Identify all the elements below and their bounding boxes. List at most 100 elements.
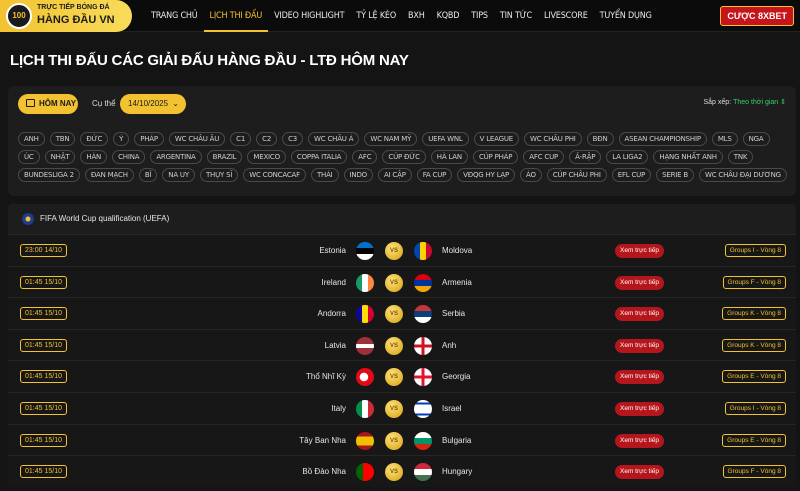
match-row[interactable]: 01:45 15/10 Italy VS Israel Xem trực tiếp Gro… bbox=[8, 391, 796, 424]
league-chip[interactable]: BỈ bbox=[138, 168, 158, 182]
away-team[interactable]: Anh bbox=[442, 341, 456, 350]
league-chip[interactable]: WC NAM MỸ bbox=[364, 132, 418, 146]
match-row[interactable]: 01:45 15/10 Andorra VS Serbia Xem trực tiếp G… bbox=[8, 297, 796, 329]
menu-item[interactable]: VIDEO HIGHLIGHT bbox=[268, 0, 350, 32]
date-picker[interactable]: 14/10/2025 ⌄ bbox=[120, 94, 186, 114]
league-chip[interactable]: BĐN bbox=[586, 132, 614, 146]
league-chip[interactable]: ÁO bbox=[520, 168, 542, 182]
league-chip[interactable]: NHẬT bbox=[44, 150, 76, 164]
league-chip[interactable]: CÚP CHÂU PHI bbox=[546, 168, 607, 182]
league-chip[interactable]: ARGENTINA bbox=[150, 150, 202, 164]
league-chip[interactable]: Ý bbox=[113, 132, 130, 146]
watch-live-button[interactable]: Xem trực tiếp bbox=[615, 244, 665, 258]
league-chip[interactable]: V LEAGUE bbox=[473, 132, 519, 146]
match-row[interactable]: 01:45 15/10 Latvia VS Anh Xem trực tiếp Group… bbox=[8, 328, 796, 361]
league-chip[interactable]: WC CHÂU Á bbox=[308, 132, 360, 146]
menu-item[interactable]: BXH bbox=[402, 0, 431, 32]
home-team[interactable]: Estonia bbox=[319, 246, 346, 255]
league-chip[interactable]: SERIE B bbox=[656, 168, 694, 182]
league-chip[interactable]: HÀN bbox=[80, 150, 108, 164]
league-chip[interactable]: THỤY SĨ bbox=[199, 168, 239, 182]
today-button[interactable]: HÔM NAY bbox=[18, 94, 78, 114]
watch-live-button[interactable]: Xem trực tiếp bbox=[615, 433, 665, 448]
away-team[interactable]: Israel bbox=[442, 404, 462, 413]
league-chip[interactable]: ĐAN MẠCH bbox=[84, 168, 134, 182]
league-chip[interactable]: CÚP ĐỨC bbox=[382, 150, 426, 164]
menu-item[interactable]: TỶ LỆ KÈO bbox=[350, 0, 402, 32]
league-chip[interactable]: NA UY bbox=[162, 168, 195, 182]
watch-live-button[interactable]: Xem trực tiếp bbox=[615, 401, 665, 416]
league-chip[interactable]: BUNDESLIGA 2 bbox=[18, 168, 80, 182]
league-chip[interactable]: AFC CUP bbox=[523, 150, 565, 164]
league-chip[interactable]: AFC bbox=[352, 150, 378, 164]
league-chip[interactable]: C2 bbox=[256, 132, 278, 146]
league-chip[interactable]: WC CHÂU ÂU bbox=[168, 132, 226, 146]
league-chip[interactable]: ASEAN CHAMPIONSHIP bbox=[618, 132, 707, 146]
league-chip[interactable]: INDO bbox=[343, 168, 373, 182]
league-chip[interactable]: WC CONCACAF bbox=[243, 168, 306, 182]
menu-item[interactable]: TRANG CHỦ bbox=[145, 0, 204, 32]
league-chip[interactable]: PHÁP bbox=[134, 132, 164, 146]
home-team[interactable]: Italy bbox=[331, 404, 346, 413]
home-team[interactable]: Thổ Nhĩ Kỳ bbox=[306, 372, 346, 381]
league-chip[interactable]: AI CẬP bbox=[377, 168, 412, 182]
bet-cta-button[interactable]: CƯỢC 8XBET bbox=[720, 6, 794, 26]
watch-live-button[interactable]: Xem trực tiếp bbox=[615, 465, 665, 480]
league-chip[interactable]: TBN bbox=[49, 132, 76, 146]
match-row[interactable]: 23:00 14/10 Estonia VS Moldova Xem trực tiếp… bbox=[8, 234, 796, 266]
away-team[interactable]: Moldova bbox=[442, 246, 472, 255]
watch-live-button[interactable]: Xem trực tiếp bbox=[615, 370, 665, 385]
league-chip[interactable]: WC CHÂU PHI bbox=[523, 132, 582, 146]
league-chip[interactable]: ANH bbox=[18, 132, 45, 146]
watch-live-button[interactable]: Xem trực tiếp bbox=[615, 275, 665, 290]
menu-item[interactable]: LIVESCORE bbox=[538, 0, 594, 32]
away-team[interactable]: Bulgaria bbox=[442, 436, 471, 445]
league-chip[interactable]: CÚP PHÁP bbox=[472, 150, 519, 164]
menu-item[interactable]: LỊCH THI ĐẤU bbox=[203, 0, 269, 32]
home-team[interactable]: Ireland bbox=[322, 278, 346, 287]
league-chip[interactable]: COPPA ITALIA bbox=[290, 150, 348, 164]
league-chip[interactable]: CHINA bbox=[112, 150, 146, 164]
league-chip[interactable]: MEXICO bbox=[247, 150, 286, 164]
away-team[interactable]: Armenia bbox=[442, 278, 472, 287]
home-team[interactable]: Andorra bbox=[318, 309, 346, 318]
league-chip[interactable]: C3 bbox=[282, 132, 304, 146]
watch-live-button[interactable]: Xem trực tiếp bbox=[615, 338, 665, 353]
league-chip[interactable]: UEFA WNL bbox=[422, 132, 469, 146]
league-chip[interactable]: ÚC bbox=[18, 150, 40, 164]
match-row[interactable]: 01:45 15/10 Bồ Đào Nha VS Hungary Xem trực t… bbox=[8, 455, 796, 487]
league-chip[interactable]: MLS bbox=[711, 132, 738, 146]
league-chip[interactable]: HẠNG NHẤT ANH bbox=[653, 150, 723, 164]
sort-label: Sắp xếp: bbox=[703, 99, 732, 106]
league-chip[interactable]: BRAZIL bbox=[206, 150, 243, 164]
away-team[interactable]: Serbia bbox=[442, 309, 465, 318]
league-chip[interactable]: THÁI bbox=[310, 168, 339, 182]
menu-item[interactable]: KQBD bbox=[431, 0, 466, 32]
league-chip[interactable]: EFL CUP bbox=[611, 168, 652, 182]
watch-live-button[interactable]: Xem trực tiếp bbox=[615, 307, 665, 322]
sort-control[interactable]: Sắp xếp: Theo thời gian ⇕ bbox=[703, 98, 786, 106]
home-team[interactable]: Tây Ban Nha bbox=[299, 436, 346, 445]
home-team[interactable]: Bồ Đào Nha bbox=[302, 467, 346, 476]
menu-item[interactable]: TUYỂN DỤNG bbox=[594, 0, 658, 32]
league-chip[interactable]: Ả-RẬP bbox=[569, 150, 602, 164]
match-row[interactable]: 01:45 15/10 Tây Ban Nha VS Bulgaria Xem trực… bbox=[8, 423, 796, 456]
match-row[interactable]: 01:45 15/10 Ireland VS Armenia Xem trực tiếp… bbox=[8, 265, 796, 298]
league-chip[interactable]: ĐỨC bbox=[80, 132, 109, 146]
menu-item[interactable]: TIN TỨC bbox=[494, 0, 538, 32]
league-chip[interactable]: FA CUP bbox=[416, 168, 453, 182]
league-chip[interactable]: VĐQG HY LẠP bbox=[457, 168, 516, 182]
away-team[interactable]: Georgia bbox=[442, 372, 470, 381]
menu-item[interactable]: TIPS bbox=[465, 0, 494, 32]
league-chip[interactable]: NGA bbox=[742, 132, 770, 146]
league-chip[interactable]: HÀ LAN bbox=[430, 150, 468, 164]
league-chip[interactable]: LA LIGA2 bbox=[606, 150, 649, 164]
league-header[interactable]: FIFA World Cup qualification (UEFA) bbox=[8, 204, 796, 234]
match-row[interactable]: 01:45 15/10 Thổ Nhĩ Kỳ VS Georgia Xem trực t… bbox=[8, 360, 796, 392]
league-chip[interactable]: TNK bbox=[727, 150, 754, 164]
site-logo[interactable]: 100 TRỰC TIẾP BÓNG ĐÁ HÀNG ĐẦU VN bbox=[0, 0, 132, 32]
home-team[interactable]: Latvia bbox=[325, 341, 346, 350]
league-chip[interactable]: WC CHÂU ĐẠI DƯƠNG bbox=[699, 168, 787, 182]
league-chip[interactable]: C1 bbox=[230, 132, 252, 146]
away-team[interactable]: Hungary bbox=[442, 467, 472, 476]
